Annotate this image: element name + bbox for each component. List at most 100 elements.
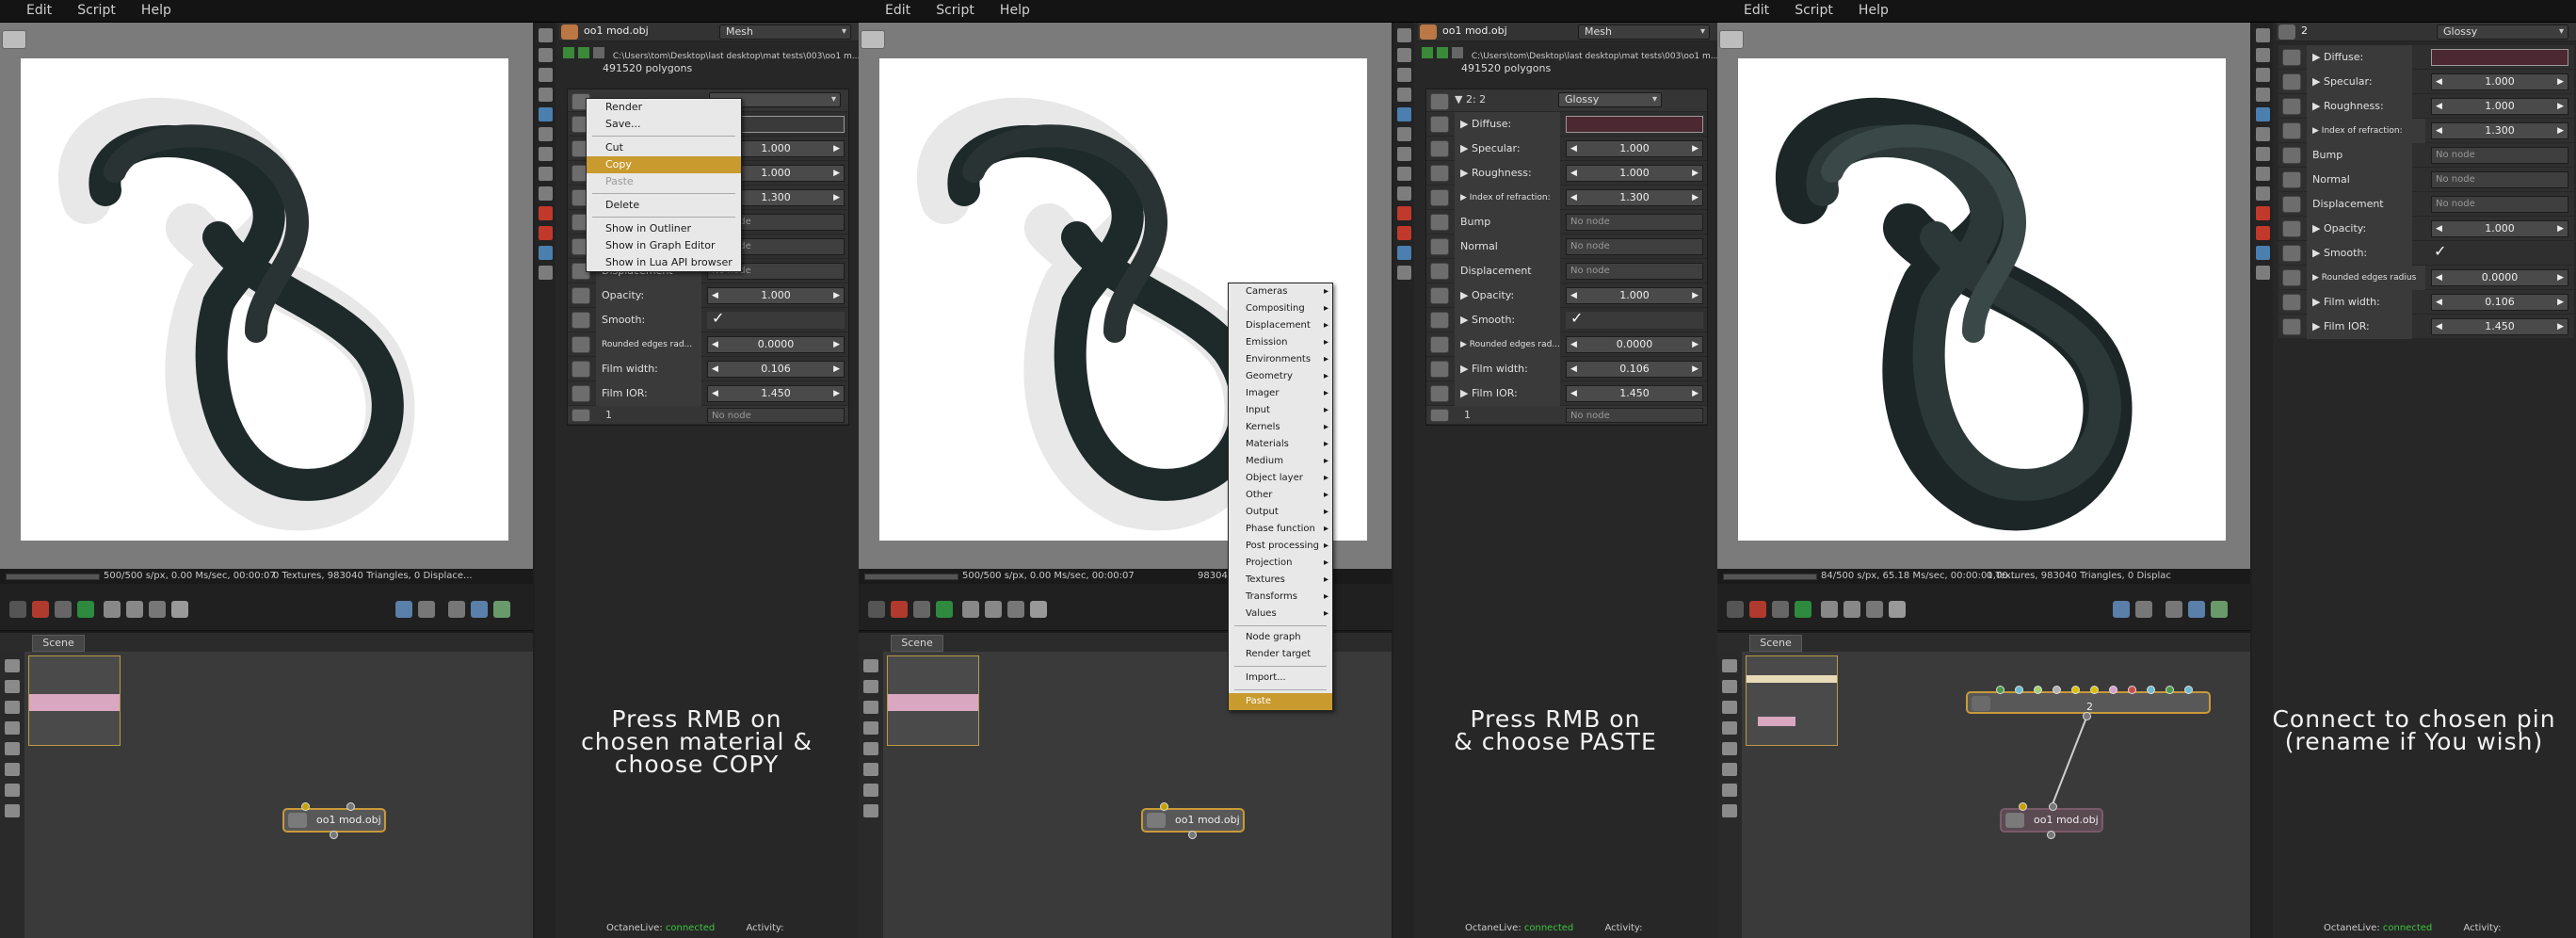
tool-icon[interactable] xyxy=(2255,246,2270,260)
menu-item-copy[interactable]: Copy xyxy=(587,156,741,173)
param-value[interactable]: ◀ 0.0000 ▶ xyxy=(1566,336,1703,353)
param-node[interactable]: No node xyxy=(2431,196,2568,213)
param-row[interactable]: Film width: ◀ 0.106 ▶ xyxy=(568,357,848,381)
material-pin-displacement[interactable] xyxy=(2109,686,2117,694)
stop-icon[interactable] xyxy=(962,601,979,618)
graph-tool-icon[interactable] xyxy=(5,659,20,672)
param-row[interactable]: Film IOR: ◀ 1.450 ▶ xyxy=(568,381,848,406)
tool-icon[interactable] xyxy=(538,68,553,82)
param-value[interactable]: ◀ 0.0000 ▶ xyxy=(2431,269,2568,286)
tool-icon[interactable] xyxy=(2255,48,2270,62)
material-pin-normal[interactable] xyxy=(2090,686,2099,694)
param-node[interactable]: No node xyxy=(1566,263,1703,280)
menu-edit[interactable]: Edit xyxy=(885,3,910,18)
node-input-pin[interactable] xyxy=(2049,802,2057,811)
material-node[interactable]: 2 xyxy=(1966,691,2211,714)
restart-icon[interactable] xyxy=(1843,601,1860,618)
param-row[interactable]: ▶ Index of refraction: ◀ 1.300 ▶ xyxy=(2278,119,2574,143)
tool-icon[interactable] xyxy=(1396,206,1411,220)
node-input-pin[interactable] xyxy=(2019,802,2027,811)
param-value[interactable]: ◀1.300▶ xyxy=(2431,122,2568,139)
menu-item-node-graph[interactable]: Node graph xyxy=(1229,629,1332,646)
param-value[interactable]: ◀ 1.450 ▶ xyxy=(1566,385,1703,402)
graph-tool-icon[interactable] xyxy=(863,804,878,817)
param-row[interactable]: Bump No node xyxy=(1426,210,1707,234)
param-value[interactable]: ◀ 1.450 ▶ xyxy=(707,385,845,402)
param-row[interactable]: Smooth: ✓ xyxy=(568,308,848,332)
tab-scene[interactable]: Scene xyxy=(32,635,85,652)
param-row[interactable]: ▶ Rounded edges radius ◀ 0.0000 ▶ xyxy=(2278,266,2574,290)
menu-script[interactable]: Script xyxy=(1795,3,1833,18)
node-type-dropdown[interactable]: Mesh xyxy=(1578,24,1710,40)
pin-node[interactable]: No node xyxy=(707,408,845,423)
menu-item-projection[interactable]: Projection xyxy=(1229,555,1332,572)
param-value[interactable]: ◀1.000▶ xyxy=(1566,165,1703,182)
viewport-tool-icon[interactable] xyxy=(2,30,26,49)
viewport-tool-icon[interactable] xyxy=(1719,30,1744,49)
menu-script[interactable]: Script xyxy=(936,3,974,18)
stop-icon[interactable] xyxy=(104,601,121,618)
tool-icon[interactable] xyxy=(1396,107,1411,121)
param-node[interactable]: No node xyxy=(2431,147,2568,164)
menu-item-transforms[interactable]: Transforms xyxy=(1229,589,1332,606)
camera-icon[interactable] xyxy=(868,601,885,618)
param-value[interactable]: ◀ 1.450 ▶ xyxy=(2431,318,2568,335)
tool-icon[interactable] xyxy=(538,28,553,42)
tool-icon[interactable] xyxy=(2255,107,2270,121)
menu-item-render-target[interactable]: Render target xyxy=(1229,646,1332,663)
menu-item-paste[interactable]: Paste xyxy=(1229,693,1332,710)
menu-help[interactable]: Help xyxy=(1000,3,1030,18)
material-pin-film[interactable] xyxy=(2184,686,2193,694)
play-icon[interactable] xyxy=(1889,601,1906,618)
param-value[interactable]: ◀1.000▶ xyxy=(707,287,845,304)
camera-icon[interactable] xyxy=(9,601,26,618)
tool-icon[interactable] xyxy=(1396,127,1411,141)
param-row[interactable]: Normal No node xyxy=(1426,234,1707,259)
menu-item-displacement[interactable]: Displacement xyxy=(1229,317,1332,334)
param-row[interactable]: ▶ Index of refraction: ◀ 1.300 ▶ xyxy=(1426,186,1707,210)
region-icon[interactable] xyxy=(1772,601,1789,618)
tool-icon[interactable] xyxy=(2255,186,2270,201)
material-pin-diffuse[interactable] xyxy=(1996,686,2004,694)
graph-tool-icon[interactable] xyxy=(5,721,20,735)
menu-item-render[interactable]: Render xyxy=(587,99,741,116)
tool-icon[interactable] xyxy=(538,246,553,260)
region-icon[interactable] xyxy=(55,601,72,618)
menu-item-kernels[interactable]: Kernels xyxy=(1229,419,1332,436)
material-pin-specular[interactable] xyxy=(2015,686,2023,694)
lock-icon[interactable] xyxy=(418,601,435,618)
param-value[interactable]: ◀1.000▶ xyxy=(2431,73,2568,90)
tool-icon[interactable] xyxy=(1396,48,1411,62)
tool-icon[interactable] xyxy=(2255,226,2270,240)
graph-tool-icon[interactable] xyxy=(863,721,878,735)
check-icon[interactable]: ✓ xyxy=(1570,311,1583,326)
graph-tool-icon[interactable] xyxy=(863,680,878,693)
param-row[interactable]: ▶ Diffuse: xyxy=(1426,112,1707,137)
param-row[interactable]: ▶ Opacity: ◀ 1.000 ▶ xyxy=(1426,283,1707,308)
check-icon[interactable]: ✓ xyxy=(2434,244,2446,259)
param-row[interactable]: Opacity: ◀ 1.000 ▶ xyxy=(568,283,848,308)
material-type-dropdown[interactable]: Glossy xyxy=(1558,92,1662,107)
material-pin-rounded[interactable] xyxy=(2165,686,2174,694)
param-value[interactable]: ◀ 0.106 ▶ xyxy=(1566,361,1703,378)
tool-icon[interactable] xyxy=(1396,186,1411,201)
graph-tool-icon[interactable] xyxy=(5,804,20,817)
param-row[interactable]: Displacement No node xyxy=(1426,259,1707,283)
menu-edit[interactable]: Edit xyxy=(1744,3,1769,18)
tool-icon[interactable] xyxy=(2255,206,2270,220)
param-value[interactable]: ◀1.000▶ xyxy=(2431,220,2568,237)
material-type-dropdown[interactable]: Glossy xyxy=(2437,24,2568,40)
diffuse-swatch[interactable] xyxy=(2431,49,2568,66)
menu-item-post-processing[interactable]: Post processing xyxy=(1229,538,1332,555)
tool-icon[interactable] xyxy=(538,127,553,141)
menu-item-values[interactable]: Values xyxy=(1229,606,1332,623)
graph-tool-icon[interactable] xyxy=(863,763,878,776)
restart-icon[interactable] xyxy=(126,601,143,618)
graph-tool-icon[interactable] xyxy=(863,701,878,714)
tool-icon[interactable] xyxy=(538,186,553,201)
play-icon[interactable] xyxy=(1030,601,1047,618)
node-input-pin[interactable] xyxy=(301,802,310,811)
menu-item-compositing[interactable]: Compositing xyxy=(1229,300,1332,317)
menu-item-show-outliner[interactable]: Show in Outliner xyxy=(587,220,741,237)
export-icon[interactable] xyxy=(471,601,488,618)
